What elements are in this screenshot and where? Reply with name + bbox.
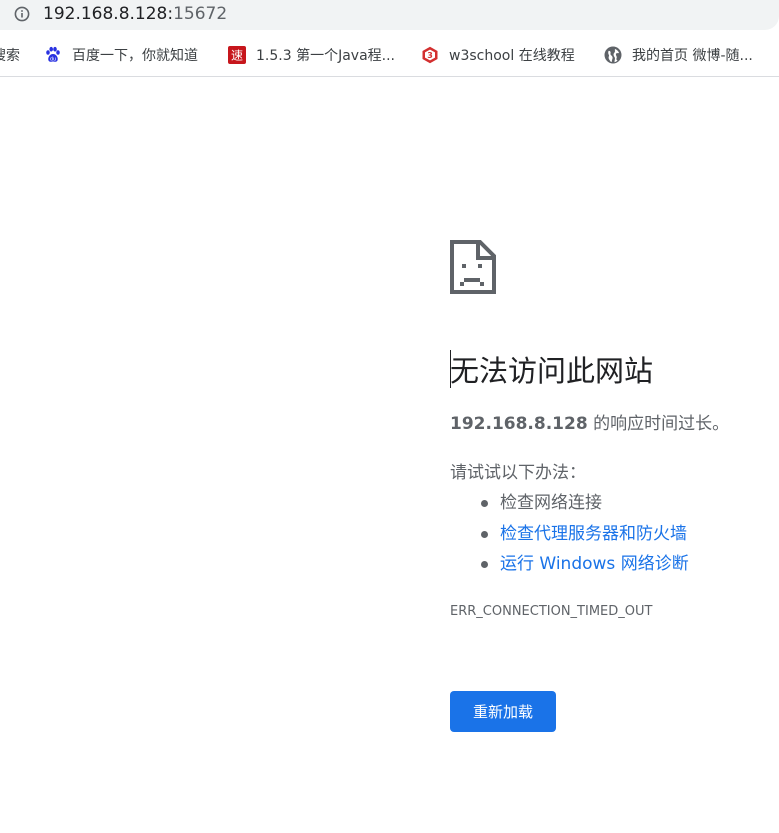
sad-page-icon xyxy=(450,240,496,294)
suggestion-check-proxy: 检查代理服务器和防火墙 xyxy=(450,521,689,552)
address-bar[interactable]: 192.168.8.128:15672 xyxy=(0,0,779,30)
bookmark-label: 百度一下，你就知道 xyxy=(72,48,198,64)
bookmark-weibo[interactable]: 我的首页 微博-随... xyxy=(604,44,753,66)
error-description: 192.168.8.128 的响应时间过长。 xyxy=(450,413,729,435)
svg-text:du: du xyxy=(50,57,56,63)
error-description-suffix: 的响应时间过长。 xyxy=(587,414,730,434)
suggestion-label: 检查网络连接 xyxy=(500,493,602,513)
bookmark-baidu[interactable]: du 百度一下，你就知道 xyxy=(44,44,198,66)
bookmark-label: w3school 在线教程 xyxy=(449,48,575,64)
bookmark-java[interactable]: 速 1.5.3 第一个Java程... xyxy=(228,44,395,66)
url-text[interactable]: 192.168.8.128:15672 xyxy=(43,3,227,25)
bookmark-label: 我的首页 微博-随... xyxy=(632,48,753,64)
globe-icon xyxy=(604,46,622,64)
error-host: 192.168.8.128 xyxy=(450,414,588,434)
page-title: 无法访问此网站 xyxy=(450,354,654,388)
suggestion-check-network: 检查网络连接 xyxy=(450,490,689,521)
su-red-icon: 速 xyxy=(228,46,246,64)
bookmark-label: 搜索 xyxy=(0,48,20,64)
bookmark-w3school[interactable]: 3 w3school 在线教程 xyxy=(421,44,575,66)
suggestion-run-diagnostics: 运行 Windows 网络诊断 xyxy=(450,551,689,582)
w3school-icon: 3 xyxy=(421,46,439,64)
check-proxy-link[interactable]: 检查代理服务器和防火墙 xyxy=(500,524,687,544)
suggestions-heading: 请试试以下办法： xyxy=(450,463,586,483)
reload-button[interactable]: 重新加载 xyxy=(450,691,556,732)
info-icon[interactable] xyxy=(14,6,30,22)
url-port: 15672 xyxy=(173,4,228,24)
bookmark-label: 1.5.3 第一个Java程... xyxy=(256,48,395,64)
bookmark-search[interactable]: 搜索 xyxy=(0,44,20,66)
bookmarks-bar: 搜索 du 百度一下，你就知道 速 1.5.3 第一个Java程... xyxy=(0,34,779,77)
svg-text:3: 3 xyxy=(427,51,433,60)
run-diagnostics-link[interactable]: 运行 Windows 网络诊断 xyxy=(500,554,689,574)
baidu-paw-icon: du xyxy=(44,46,62,64)
svg-text:速: 速 xyxy=(231,49,243,63)
error-code: ERR_CONNECTION_TIMED_OUT xyxy=(450,604,653,619)
suggestions-list: 检查网络连接 检查代理服务器和防火墙 运行 Windows 网络诊断 xyxy=(450,490,689,582)
url-host: 192.168.8.128: xyxy=(43,4,174,24)
